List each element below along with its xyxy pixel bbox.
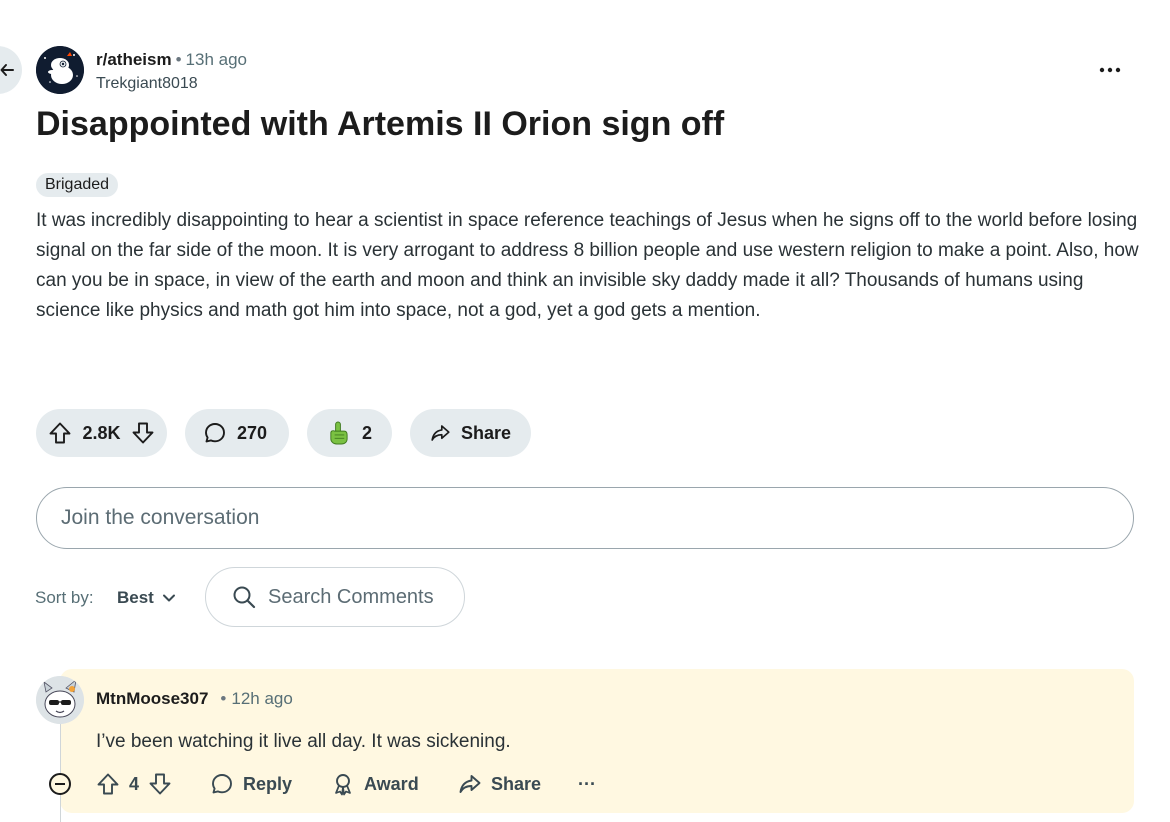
post-body: It was incredibly disappointing to hear …: [36, 210, 1139, 321]
pointing-hand-award-icon: [330, 421, 348, 445]
comment-meta: MtnMoose307 • 12h ago: [96, 688, 293, 710]
subreddit-avatar[interactable]: [36, 46, 84, 94]
share-label: Share: [460, 422, 511, 443]
downvote-icon[interactable]: [131, 421, 155, 445]
comment-share-label: Share: [491, 773, 542, 794]
sort-label: Sort by:: [35, 588, 94, 607]
commenter-avatar-image: [36, 676, 84, 724]
award-button[interactable]: 2: [307, 409, 392, 457]
arrow-left-icon: [0, 64, 14, 76]
comment-composer-input[interactable]: Join the conversation: [36, 487, 1134, 549]
comment-reply-button[interactable]: Reply: [210, 770, 292, 798]
vote-count: 2.8K: [82, 422, 121, 443]
comment-more-label: ···: [578, 773, 596, 794]
award-count: 2: [361, 422, 372, 443]
comments-button[interactable]: 270: [185, 409, 289, 457]
minus-icon: [55, 783, 65, 785]
comment-time: 12h ago: [231, 689, 293, 708]
award-ribbon-icon: [335, 774, 351, 796]
vote-bar: 2.8K: [36, 409, 167, 457]
share-button[interactable]: Share: [410, 409, 531, 457]
comment-vote-count: 4: [129, 773, 140, 794]
comment-more-button[interactable]: ···: [578, 770, 596, 798]
speech-bubble-icon: [205, 423, 225, 443]
comment-vote-bar: 4: [96, 770, 172, 798]
share-arrow-icon: [431, 425, 450, 441]
overflow-dots-icon: [1099, 67, 1121, 73]
post-time: 13h ago: [185, 50, 247, 69]
commenter-avatar[interactable]: [36, 676, 84, 724]
comment-share-arrow-icon: [459, 775, 481, 793]
comment-downvote-icon[interactable]: [148, 772, 172, 796]
award-label: Award: [364, 773, 419, 794]
post-author[interactable]: Trekgiant8018: [96, 73, 198, 95]
subreddit-name[interactable]: r/atheism: [96, 50, 172, 69]
chevron-down-icon: [162, 594, 175, 602]
reply-label: Reply: [243, 773, 293, 794]
sort-value: Best: [117, 588, 154, 607]
search-comments-input[interactable]: Search Comments: [205, 567, 465, 627]
comment-author[interactable]: MtnMoose307: [96, 689, 208, 708]
reply-bubble-icon: [212, 774, 232, 794]
upvote-icon[interactable]: [48, 421, 72, 445]
comment-share-button[interactable]: Share: [458, 770, 541, 798]
subreddit-avatar-image: [36, 46, 84, 94]
sort-dropdown[interactable]: Best: [111, 585, 182, 611]
comment-count: 270: [237, 422, 268, 443]
post-title: Disappointed with Artemis II Orion sign …: [36, 105, 725, 143]
post-meta: r/atheism • 13h ago: [96, 49, 247, 71]
comment-meta-separator: •: [220, 689, 227, 708]
search-comments-placeholder: Search Comments: [268, 585, 434, 608]
collapse-thread-button[interactable]: [49, 773, 71, 795]
search-icon: [233, 586, 256, 609]
more-options-button[interactable]: [1094, 58, 1126, 82]
back-button[interactable]: [0, 46, 22, 94]
composer-placeholder: Join the conversation: [61, 506, 260, 529]
post-flair[interactable]: Brigaded: [36, 173, 119, 197]
comment-text: I’ve been watching it live all day. It w…: [96, 731, 511, 752]
comment-upvote-icon[interactable]: [96, 772, 120, 796]
comment-award-button[interactable]: Award: [331, 770, 419, 798]
meta-separator: •: [175, 50, 182, 69]
